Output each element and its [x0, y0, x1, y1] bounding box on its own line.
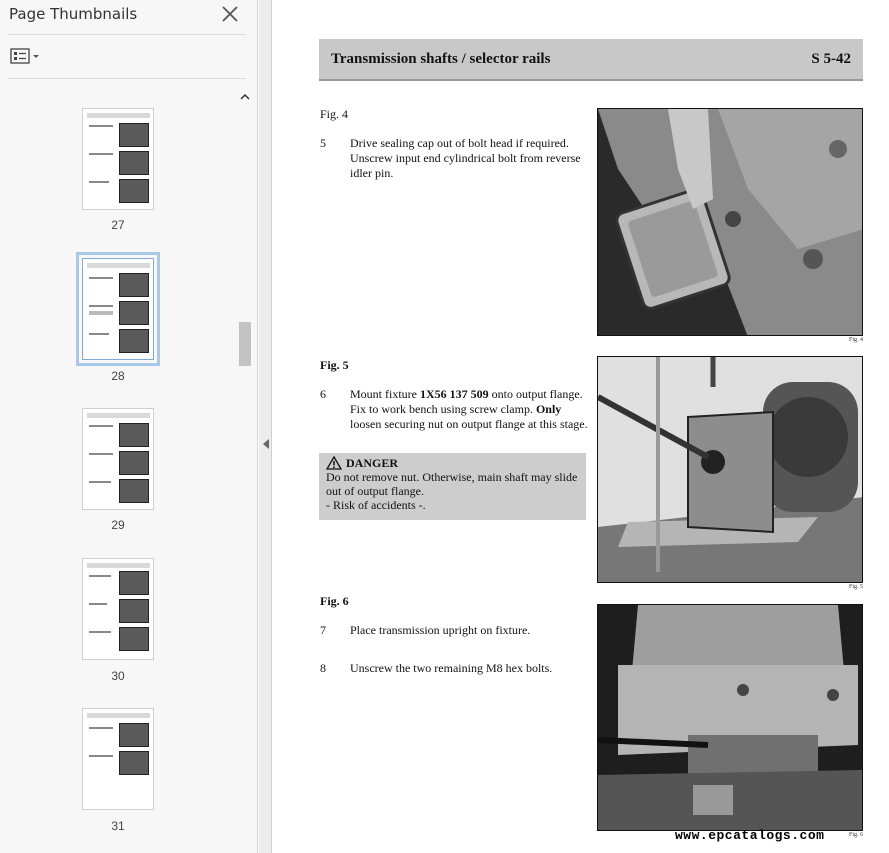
scroll-up-icon[interactable] [238, 90, 252, 102]
thumbnail-page-31[interactable] [82, 708, 154, 810]
step-number: 7 [320, 623, 326, 637]
divider [8, 78, 246, 79]
thumbnail-label: 30 [111, 669, 125, 683]
scrollbar-thumb[interactable] [239, 322, 251, 366]
step-number: 8 [320, 661, 326, 675]
fig5-caption: Fig. 5 [848, 584, 863, 590]
fig4-title: Fig. 4 [320, 107, 349, 121]
section-header: Transmission shafts / selector rails S 5… [319, 39, 863, 81]
watermark: www.epcatalogs.com [675, 828, 825, 843]
thumbnail-label: 28 [111, 369, 125, 383]
thumbnail-page-30[interactable] [82, 558, 154, 660]
thumbnail-label: 31 [111, 819, 125, 833]
thumbnail-page-27[interactable] [82, 108, 154, 210]
thumbnail-label: 29 [111, 518, 125, 532]
section-code: S 5-42 [811, 51, 851, 67]
step-number: 5 [320, 136, 326, 150]
chevron-left-icon [262, 436, 270, 449]
danger-heading: DANGER [346, 456, 399, 470]
thumbnail-scrollbar[interactable] [238, 86, 252, 853]
thumbnail-options-button[interactable] [10, 46, 42, 66]
panel-title: Page Thumbnails [9, 5, 138, 23]
list-options-icon [10, 48, 39, 64]
fig6-photo [597, 604, 863, 831]
step-text: Drive sealing cap out of bolt head if re… [350, 136, 581, 180]
close-icon[interactable] [219, 3, 241, 25]
fig6-caption: Fig. 6 [848, 832, 863, 838]
panel-collapse-handle[interactable] [259, 0, 272, 853]
thumbnail-list[interactable]: 27 28 29 30 31 [0, 86, 258, 853]
fig4-photo [597, 108, 863, 336]
thumbnail-page-28[interactable] [76, 252, 160, 366]
thumbnail-page-29[interactable] [82, 408, 154, 510]
section-title: Transmission shafts / selector rails [331, 51, 551, 67]
fig4-caption: Fig. 4 [848, 337, 863, 343]
danger-risk: - Risk of accidents -. [326, 498, 426, 512]
warning-triangle-icon [326, 456, 342, 470]
step-number: 6 [320, 387, 326, 401]
page-thumbnails-panel: Page Thumbnails 27 28 29 30 31 [0, 0, 258, 853]
document-page: Transmission shafts / selector rails S 5… [273, 0, 889, 853]
thumbnail-label: 27 [111, 218, 125, 232]
step-text: Unscrew the two remaining M8 hex bolts. [350, 661, 553, 675]
fig5-title: Fig. 5 [320, 358, 349, 372]
fig5-photo [597, 356, 863, 583]
divider [8, 34, 246, 35]
step-text: Place transmission upright on fixture. [350, 623, 531, 637]
fig6-title: Fig. 6 [320, 594, 349, 608]
danger-box: DANGER Do not remove nut. Otherwise, mai… [319, 453, 586, 520]
danger-text: Do not remove nut. Otherwise, main shaft… [326, 470, 578, 498]
step-text: Mount fixture 1X56 137 509 onto output f… [350, 387, 588, 431]
